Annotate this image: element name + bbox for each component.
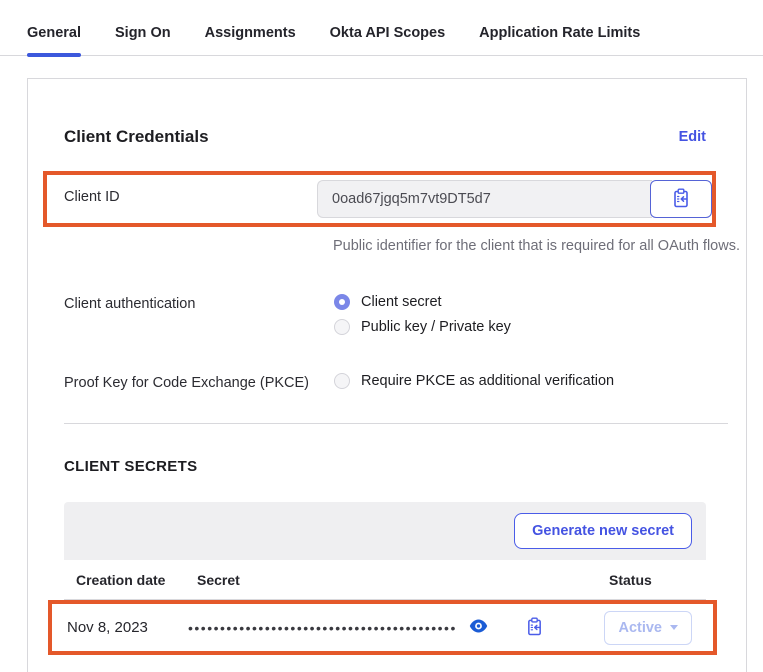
radio-public-private-key-label: Public key / Private key bbox=[361, 319, 511, 335]
status-label: Active bbox=[618, 620, 662, 636]
highlight-box-client-id: Client ID bbox=[43, 171, 716, 227]
tab-general[interactable]: General bbox=[27, 25, 81, 55]
reveal-secret-button[interactable] bbox=[467, 617, 490, 638]
client-secrets-toolbar: Generate new secret bbox=[64, 502, 706, 560]
pkce-row: Proof Key for Code Exchange (PKCE) Requi… bbox=[64, 366, 706, 391]
client-id-help-text: Public identifier for the client that is… bbox=[333, 235, 757, 257]
chevron-down-icon bbox=[670, 625, 678, 630]
client-authentication-options: Client secret Public key / Private key bbox=[334, 287, 511, 335]
generate-new-secret-button[interactable]: Generate new secret bbox=[514, 513, 692, 549]
client-credentials-title: Client Credentials bbox=[64, 127, 209, 147]
client-credentials-header: Client Credentials Edit bbox=[64, 127, 706, 147]
tab-assignments[interactable]: Assignments bbox=[205, 25, 296, 55]
eye-icon bbox=[469, 619, 488, 636]
client-authentication-row: Client authentication Client secret Publ… bbox=[64, 287, 706, 335]
app-tab-bar: General Sign On Assignments Okta API Sco… bbox=[0, 0, 763, 56]
copy-client-id-button[interactable] bbox=[650, 180, 712, 218]
client-secrets-title: CLIENT SECRETS bbox=[64, 458, 706, 475]
pkce-checkbox-label: Require PKCE as additional verification bbox=[361, 373, 614, 389]
secret-creation-date: Nov 8, 2023 bbox=[67, 619, 188, 636]
secret-value-cell: ••••••••••••••••••••••••••••••••••••••••… bbox=[188, 611, 692, 645]
column-header-secret: Secret bbox=[197, 572, 609, 588]
masked-secret-value: ••••••••••••••••••••••••••••••••••••••••… bbox=[188, 620, 457, 636]
client-authentication-label: Client authentication bbox=[64, 287, 334, 312]
tab-application-rate-limits[interactable]: Application Rate Limits bbox=[479, 25, 640, 55]
client-id-row: Client ID bbox=[64, 180, 712, 218]
tab-okta-api-scopes[interactable]: Okta API Scopes bbox=[330, 25, 446, 55]
clipboard-copy-icon bbox=[526, 617, 543, 639]
client-id-label: Client ID bbox=[64, 180, 317, 205]
general-settings-card: Client Credentials Edit Client ID bbox=[27, 78, 747, 672]
column-header-creation-date: Creation date bbox=[76, 572, 197, 588]
client-id-input[interactable] bbox=[317, 180, 652, 218]
table-row: Nov 8, 2023 ••••••••••••••••••••••••••••… bbox=[52, 604, 713, 651]
column-header-status: Status bbox=[609, 572, 706, 588]
status-dropdown[interactable]: Active bbox=[604, 611, 692, 645]
secrets-table-header: Creation date Secret Status bbox=[64, 560, 706, 600]
pkce-label: Proof Key for Code Exchange (PKCE) bbox=[64, 366, 334, 391]
pkce-checkbox-icon[interactable] bbox=[334, 373, 350, 389]
edit-link[interactable]: Edit bbox=[679, 129, 706, 145]
client-id-input-group bbox=[317, 180, 712, 218]
clipboard-copy-icon bbox=[672, 188, 690, 211]
copy-secret-button[interactable] bbox=[524, 615, 545, 641]
radio-client-secret[interactable]: Client secret bbox=[334, 294, 511, 310]
radio-public-private-key[interactable]: Public key / Private key bbox=[334, 319, 511, 335]
section-divider bbox=[64, 423, 728, 424]
tab-sign-on[interactable]: Sign On bbox=[115, 25, 171, 55]
highlight-box-secret-row: Nov 8, 2023 ••••••••••••••••••••••••••••… bbox=[48, 600, 717, 655]
radio-selected-icon[interactable] bbox=[334, 294, 350, 310]
radio-unselected-icon[interactable] bbox=[334, 319, 350, 335]
pkce-checkbox-row[interactable]: Require PKCE as additional verification bbox=[334, 366, 614, 389]
radio-client-secret-label: Client secret bbox=[361, 294, 442, 310]
